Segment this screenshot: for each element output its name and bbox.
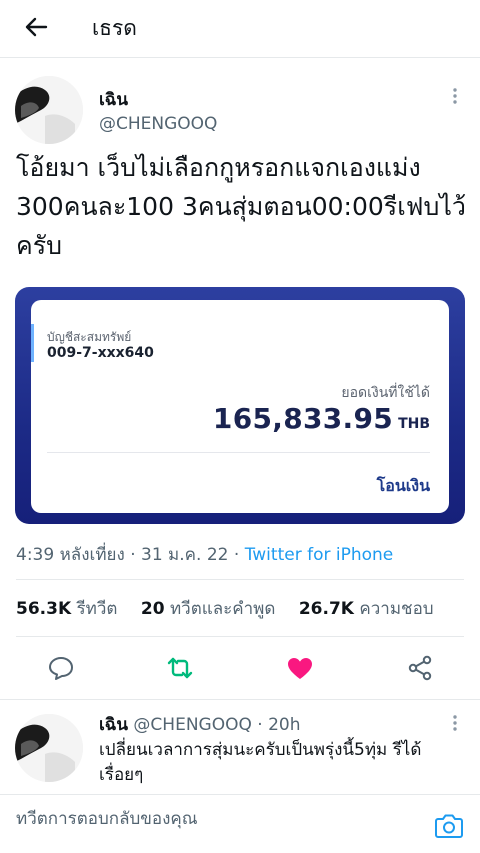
page-title: เธรด — [92, 16, 137, 40]
divider — [16, 579, 464, 580]
tweet-stats: 56.3K รีทวีต 20 ทวีตและคำพูด 26.7K ความช… — [16, 595, 452, 622]
meta-separator: · — [130, 545, 142, 565]
divider — [16, 636, 464, 637]
reply-avatar[interactable] — [15, 714, 83, 782]
account-accent-bar — [31, 324, 34, 362]
retweet-count-label: รีทวีต — [76, 599, 118, 619]
more-options-icon[interactable] — [445, 86, 465, 106]
quote-count: 20 — [140, 599, 165, 619]
like-count-label: ความชอบ — [359, 599, 434, 619]
reply-compose-bar — [0, 794, 480, 853]
author-name[interactable]: เฉิน — [99, 86, 128, 113]
like-count-link[interactable]: 26.7K ความชอบ — [299, 599, 452, 619]
reply-time[interactable]: 20h — [268, 715, 300, 735]
avatar[interactable] — [15, 76, 83, 144]
reply-input[interactable] — [16, 809, 416, 829]
tweet-image[interactable]: บัญชีสะสมทรัพย์ 009-7-xxx640 ยอดเงินที่ใ… — [15, 287, 465, 524]
reply-author-handle[interactable]: @CHENGOOQ — [133, 715, 251, 735]
quote-count-link[interactable]: 20 ทวีตและคำพูด — [141, 599, 299, 619]
tweet-time[interactable]: 4:39 หลังเที่ยง — [16, 545, 125, 565]
share-icon[interactable] — [406, 654, 434, 682]
reply-author-name[interactable]: เฉิน — [99, 715, 128, 735]
tweet-source[interactable]: Twitter for iPhone — [245, 545, 394, 565]
bank-balance-card: บัญชีสะสมทรัพย์ 009-7-xxx640 ยอดเงินที่ใ… — [31, 300, 449, 513]
camera-icon[interactable] — [434, 813, 464, 839]
tweet-date[interactable]: 31 ม.ค. 22 — [141, 545, 228, 565]
divider — [0, 699, 480, 700]
reply-header: เฉิน @CHENGOOQ · 20h — [99, 711, 300, 738]
balance-label: ยอดเงินที่ใช้ได้ — [341, 385, 430, 401]
top-bar: เธรด — [0, 0, 480, 58]
arrow-left-icon[interactable] — [20, 11, 52, 43]
reply-text: เปลี่ยนเวลาการสุ่มนะครับเป็นพรุ่งนี้5ทุ่… — [99, 740, 422, 785]
balance-amount: 165,833.95 — [212, 402, 394, 435]
balance-currency: THB — [398, 416, 430, 432]
reply-separator: · — [257, 715, 269, 735]
tweet-meta: 4:39 หลังเที่ยง · 31 ม.ค. 22 · Twitter f… — [16, 541, 393, 568]
card-divider — [47, 452, 430, 453]
transfer-link: โอนเงิน — [376, 476, 430, 495]
quote-count-label: ทวีตและคำพูด — [169, 599, 276, 619]
tweet-text: โอ้ยมา เว็บไม่เลือกกูหรอกแจกเองแม่ง 300ค… — [16, 153, 466, 260]
like-icon[interactable] — [286, 654, 314, 682]
author-handle[interactable]: @CHENGOOQ — [99, 114, 217, 134]
retweet-count: 56.3K — [16, 599, 72, 619]
retweet-count-link[interactable]: 56.3K รีทวีต — [16, 599, 141, 619]
meta-separator: · — [233, 545, 245, 565]
retweet-icon[interactable] — [166, 654, 194, 682]
more-options-icon[interactable] — [445, 713, 465, 733]
account-number: 009-7-xxx640 — [47, 345, 154, 361]
reply-icon[interactable] — [47, 654, 75, 682]
like-count: 26.7K — [298, 599, 354, 619]
balance-value: 165,833.95 THB — [213, 402, 430, 435]
